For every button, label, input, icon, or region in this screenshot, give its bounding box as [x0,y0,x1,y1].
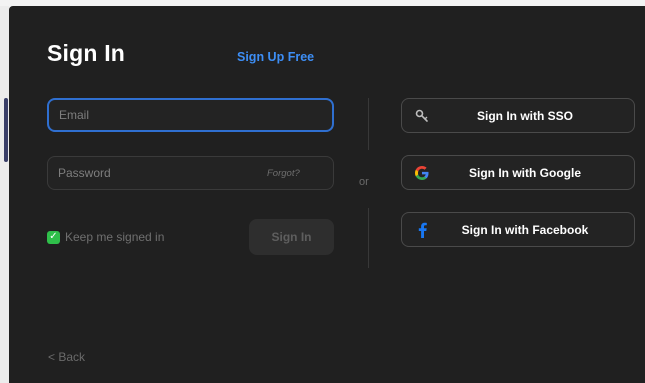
facebook-button-label: Sign In with Facebook [461,222,589,237]
key-icon [412,106,432,126]
edge-accent-mark [4,98,8,162]
google-icon [412,163,432,183]
facebook-icon [412,220,432,240]
sign-in-button[interactable]: Sign In [249,219,334,255]
google-button-label: Sign In with Google [469,165,581,180]
divider-line-top [368,98,369,150]
checkbox-checked-icon[interactable]: ✓ [47,230,60,244]
window-edge [0,6,9,383]
sign-in-sso-button[interactable]: Sign In with SSO [401,98,635,133]
sign-in-google-button[interactable]: Sign In with Google [401,155,635,190]
sign-in-facebook-button[interactable]: Sign In with Facebook [401,212,635,247]
email-field[interactable] [47,98,334,132]
keep-signed-in-checkbox[interactable]: ✓ Keep me signed in [47,230,164,244]
forgot-password-link[interactable]: Forgot? [267,168,300,179]
back-link[interactable]: < Back [48,350,85,364]
keep-signed-in-label: Keep me signed in [65,230,165,244]
sign-up-free-link[interactable]: Sign Up Free [237,50,314,64]
sign-in-window: Sign In Sign Up Free Forgot? ✓ Keep me s… [9,6,645,383]
page-title: Sign In [47,40,126,66]
or-divider-text: or [359,176,369,188]
sso-button-label: Sign In with SSO [477,108,573,123]
divider-line-bottom [368,208,369,268]
